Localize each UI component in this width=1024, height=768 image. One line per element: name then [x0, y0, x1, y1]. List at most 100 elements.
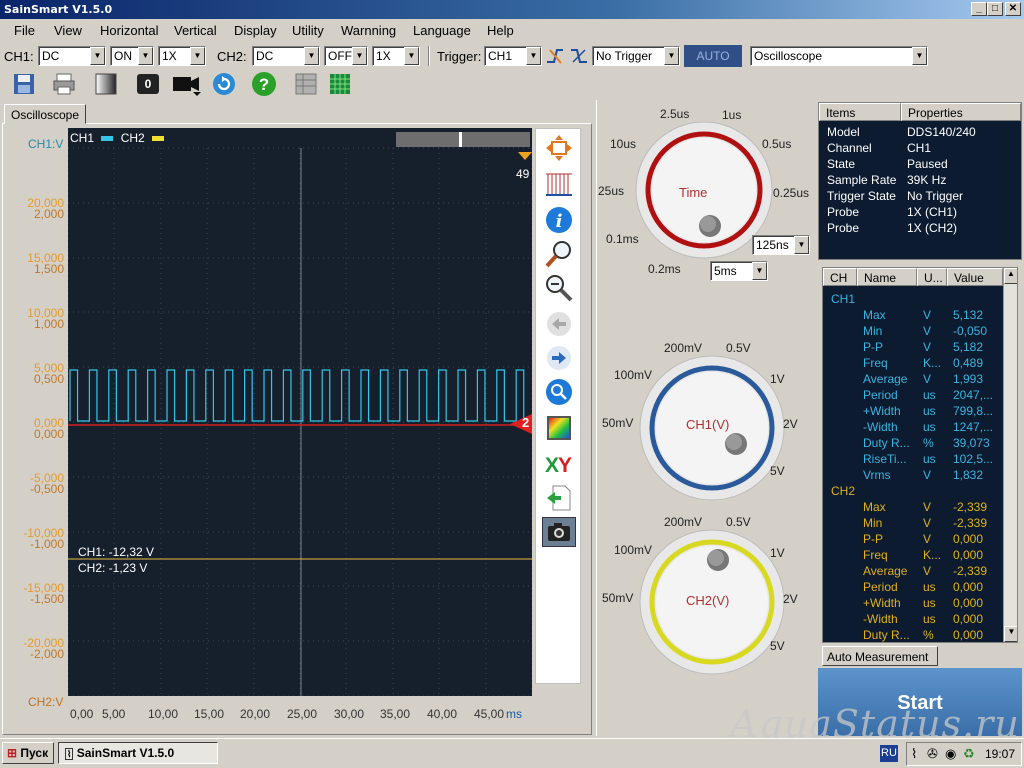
windows-logo-icon: ⊞: [7, 746, 18, 760]
menu-language[interactable]: Language: [413, 23, 471, 38]
taskbar-app-label: SainSmart V1.5.0: [76, 746, 175, 760]
clock[interactable]: 19:07: [985, 747, 1015, 761]
gradient-icon[interactable]: [92, 70, 120, 98]
tab-auto-measurement[interactable]: Auto Measurement: [822, 646, 938, 666]
properties-header-items[interactable]: Items: [819, 103, 901, 121]
y-label-ch2: 0,500: [33, 372, 64, 386]
x-label: 20,00: [240, 707, 271, 721]
auto-button[interactable]: AUTO: [684, 45, 742, 67]
time-fine-select[interactable]: 125ns ▼: [752, 235, 810, 255]
meas-header-unit[interactable]: U...: [917, 268, 947, 286]
meas-name: Average: [863, 564, 908, 578]
menu-display[interactable]: Display: [234, 23, 277, 38]
scope-tools-column: i XY: [535, 128, 581, 684]
start-menu-button[interactable]: ⊞ Пуск: [2, 742, 54, 764]
color-palette-icon[interactable]: [542, 413, 576, 443]
scope-legend: CH1 CH2: [70, 131, 168, 145]
time-label-1us: 1us: [722, 108, 742, 122]
cursor-ch2-readout: CH2: -1,23 V: [78, 561, 148, 575]
meas-value: 5,182: [953, 340, 984, 354]
scroll-bar[interactable]: [396, 132, 530, 147]
svg-text:?: ?: [259, 75, 269, 94]
time-base-select[interactable]: 5ms ▼: [710, 261, 768, 281]
ch2-state-select[interactable]: OFF ▼: [324, 46, 368, 66]
time-label-10us: 10us: [610, 137, 637, 151]
trigger-mode-select[interactable]: No Trigger ▼: [592, 46, 680, 66]
export-file-icon[interactable]: [542, 483, 576, 513]
ch2-probe-select[interactable]: 1X ▼: [372, 46, 420, 66]
trigger-position-marker[interactable]: [518, 152, 532, 160]
counter-icon[interactable]: 0: [134, 70, 162, 98]
meas-scrollbar[interactable]: ▲ ▼: [1003, 268, 1017, 642]
time-label-25us: 25us: [598, 184, 625, 198]
arrow-left-icon[interactable]: [542, 309, 576, 339]
ch2-coupling-select[interactable]: DC ▼: [252, 46, 320, 66]
restore-button[interactable]: □: [987, 2, 1003, 16]
trigger-source-value: CH1: [488, 49, 513, 63]
svg-text:i: i: [556, 211, 563, 232]
ch2-marker-label: 2: [522, 415, 530, 430]
tray-scope-icon[interactable]: ⌇: [911, 746, 917, 762]
tray-update-icon[interactable]: ♻: [963, 746, 975, 762]
meas-value: 1247,...: [953, 420, 994, 434]
scroll-up-icon[interactable]: ▲: [1004, 268, 1017, 284]
chevron-down-icon: ▼: [664, 47, 679, 65]
ch1-state-select[interactable]: ON ▼: [110, 46, 154, 66]
menu-help[interactable]: Help: [487, 23, 514, 38]
close-button[interactable]: ✕: [1005, 2, 1021, 16]
meas-header-value[interactable]: Value: [947, 268, 1003, 286]
properties-header-properties[interactable]: Properties: [901, 103, 1021, 121]
menu-horizontal[interactable]: Horizontal: [100, 23, 159, 38]
ch2-label-1v: 1V: [770, 546, 785, 560]
x-label: 40,00: [427, 707, 458, 721]
y-label-ch2: -2,000: [29, 647, 64, 661]
x-label: 35,00: [380, 707, 411, 721]
x-axis-unit: ms: [506, 707, 522, 721]
meas-value: 5,132: [953, 308, 984, 322]
meas-header-ch[interactable]: CH: [823, 268, 857, 286]
property-item: Sample Rate: [827, 173, 897, 187]
record-icon[interactable]: [170, 70, 204, 98]
ch2-label-100mv: 100mV: [614, 543, 653, 557]
x-label: 15,00: [194, 707, 225, 721]
ch1-probe-select[interactable]: 1X ▼: [158, 46, 206, 66]
menu-warnning[interactable]: Warnning: [341, 23, 396, 38]
waveform-icon[interactable]: [542, 169, 576, 199]
scroll-thumb[interactable]: [459, 132, 462, 147]
meas-header-name[interactable]: Name: [857, 268, 917, 286]
language-indicator[interactable]: RU: [880, 745, 898, 762]
falling-edge-icon[interactable]: [568, 45, 590, 67]
fit-screen-icon[interactable]: [542, 133, 576, 163]
info-icon[interactable]: i: [542, 205, 576, 235]
grid-icon[interactable]: [326, 70, 354, 98]
ch1-label-0-5v: 0.5V: [726, 341, 751, 355]
zoom-in-icon[interactable]: [542, 239, 576, 269]
taskbar-app-button[interactable]: ⌇ SainSmart V1.5.0: [58, 742, 218, 764]
camera-icon[interactable]: [542, 517, 576, 547]
scope-screen[interactable]: [68, 128, 532, 696]
menu-utility[interactable]: Utility: [292, 23, 324, 38]
property-item: State: [827, 157, 856, 171]
tray-network-icon[interactable]: ✇: [927, 746, 938, 762]
meas-value: 0,000: [953, 628, 984, 642]
help-icon[interactable]: ?: [250, 70, 278, 98]
search-icon[interactable]: [542, 377, 576, 407]
xy-mode-icon[interactable]: XY: [542, 449, 576, 479]
meas-name: Max: [863, 308, 886, 322]
legend-ch2: CH2: [120, 131, 145, 145]
arrow-right-icon[interactable]: [542, 343, 576, 373]
time-label-0-5us: 0.5us: [762, 137, 792, 151]
refresh-icon[interactable]: [210, 70, 238, 98]
menu-vertical[interactable]: Vertical: [174, 23, 217, 38]
time-label-0-25us: 0.25us: [773, 186, 810, 200]
instrument-select[interactable]: Oscilloscope ▼: [750, 46, 928, 66]
window-title-bar[interactable]: SainSmart V1.5.0: [0, 0, 1024, 19]
zoom-out-icon[interactable]: [542, 273, 576, 303]
trigger-source-select[interactable]: CH1 ▼: [484, 46, 542, 66]
meas-name: Period: [863, 580, 898, 594]
minimize-button[interactable]: _: [971, 2, 987, 16]
rising-edge-icon[interactable]: [544, 45, 566, 67]
tray-volume-icon[interactable]: ◉: [945, 746, 956, 762]
scroll-down-icon[interactable]: ▼: [1004, 626, 1017, 642]
table-icon[interactable]: [292, 70, 320, 98]
